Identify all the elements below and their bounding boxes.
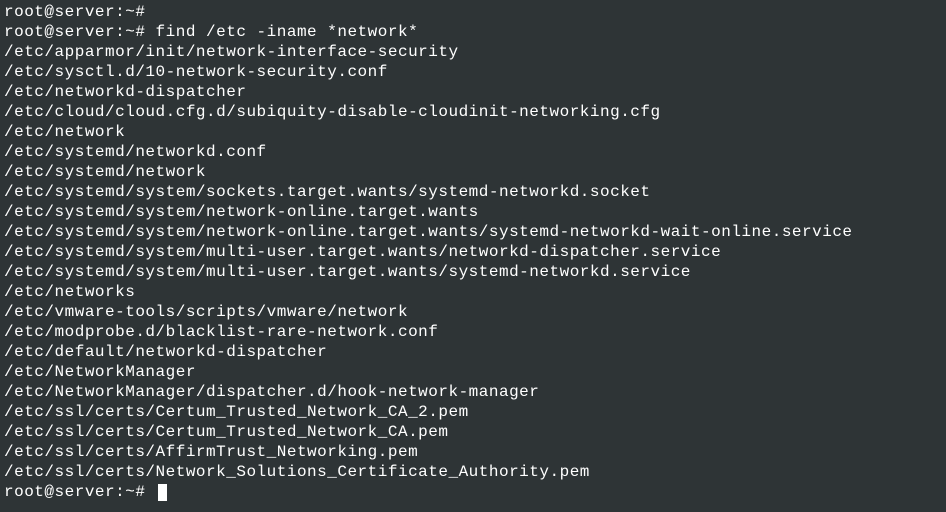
output-line: /etc/ssl/certs/Network_Solutions_Certifi… bbox=[4, 462, 942, 482]
output-line: /etc/ssl/certs/AffirmTrust_Networking.pe… bbox=[4, 442, 942, 462]
prompt-line-1: root@server:~# bbox=[4, 2, 942, 22]
output-line: /etc/cloud/cloud.cfg.d/subiquity-disable… bbox=[4, 102, 942, 122]
output-line: /etc/ssl/certs/Certum_Trusted_Network_CA… bbox=[4, 422, 942, 442]
output-line: /etc/ssl/certs/Certum_Trusted_Network_CA… bbox=[4, 402, 942, 422]
output-line: /etc/systemd/system/multi-user.target.wa… bbox=[4, 242, 942, 262]
output-line: /etc/NetworkManager/dispatcher.d/hook-ne… bbox=[4, 382, 942, 402]
output-line: /etc/apparmor/init/network-interface-sec… bbox=[4, 42, 942, 62]
output-line: /etc/networks bbox=[4, 282, 942, 302]
output-line: /etc/networkd-dispatcher bbox=[4, 82, 942, 102]
output-line: /etc/systemd/system/network-online.targe… bbox=[4, 222, 942, 242]
command-output: /etc/apparmor/init/network-interface-sec… bbox=[4, 42, 942, 482]
prompt-line-2-with-command: root@server:~# find /etc -iname *network… bbox=[4, 22, 942, 42]
output-line: /etc/default/networkd-dispatcher bbox=[4, 342, 942, 362]
output-line: /etc/modprobe.d/blacklist-rare-network.c… bbox=[4, 322, 942, 342]
cursor bbox=[158, 484, 167, 501]
output-line: /etc/sysctl.d/10-network-security.conf bbox=[4, 62, 942, 82]
output-line: /etc/systemd/networkd.conf bbox=[4, 142, 942, 162]
output-line: /etc/systemd/system/multi-user.target.wa… bbox=[4, 262, 942, 282]
terminal-container[interactable]: root@server:~# root@server:~# find /etc … bbox=[4, 2, 942, 502]
output-line: /etc/NetworkManager bbox=[4, 362, 942, 382]
output-line: /etc/vmware-tools/scripts/vmware/network bbox=[4, 302, 942, 322]
output-line: /etc/network bbox=[4, 122, 942, 142]
prompt-line-3: root@server:~# bbox=[4, 482, 942, 502]
output-line: /etc/systemd/system/network-online.targe… bbox=[4, 202, 942, 222]
output-line: /etc/systemd/system/sockets.target.wants… bbox=[4, 182, 942, 202]
output-line: /etc/systemd/network bbox=[4, 162, 942, 182]
